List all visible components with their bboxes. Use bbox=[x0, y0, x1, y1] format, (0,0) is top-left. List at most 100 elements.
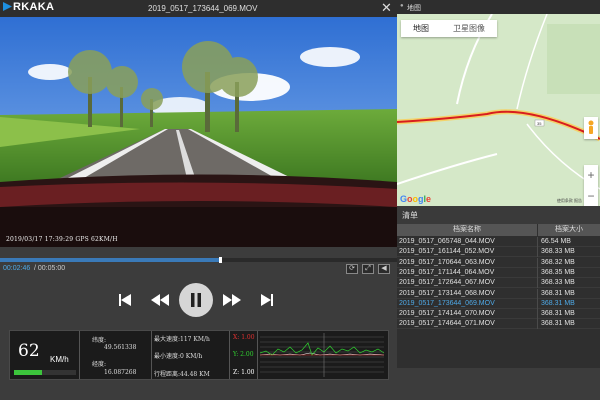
file-name: 2019_0517_174144_070.MOV bbox=[399, 310, 495, 318]
total-time: / 00:05:00 bbox=[34, 265, 66, 272]
file-size: 368.33 MB bbox=[541, 248, 575, 256]
app-logo: RKAKA bbox=[3, 1, 54, 13]
file-name: 2019_0517_170644_063.MOV bbox=[399, 258, 495, 266]
rotate-icon[interactable]: ⟳ bbox=[346, 264, 358, 274]
pause-icon bbox=[191, 293, 201, 307]
tab-satellite[interactable]: 卫星图像 bbox=[441, 20, 497, 37]
road-number: 35 bbox=[537, 121, 542, 126]
current-time: 00:02:46 bbox=[3, 265, 31, 272]
map-pin-icon: ● bbox=[400, 3, 404, 9]
column-divider bbox=[537, 288, 538, 299]
zoom-in-icon[interactable]: + bbox=[584, 165, 598, 186]
table-row[interactable]: 2019_0517_171144_064.MOV 368.35 MB bbox=[397, 267, 600, 278]
file-size: 368.31 MB bbox=[541, 289, 575, 297]
file-name: 2019_0517_161144_052.MOV bbox=[399, 248, 495, 256]
latitude-label: 纬度: bbox=[92, 337, 107, 344]
file-size: 368.33 MB bbox=[541, 279, 575, 287]
map-panel-header: ● 地图 bbox=[397, 0, 600, 14]
speed-bar bbox=[14, 370, 76, 375]
tab-map[interactable]: 地图 bbox=[401, 20, 441, 37]
z-axis-value: Z: 1.00 bbox=[233, 369, 255, 376]
table-row[interactable]: 2019_0517_170644_063.MOV 368.32 MB bbox=[397, 257, 600, 268]
logo-icon bbox=[3, 2, 12, 11]
speed-box: 62 KM/h bbox=[10, 331, 80, 379]
trip-stats-box: 最大速度:117 KM/h 最小速度:0 KM/h 行程距离:44.48 KM bbox=[152, 331, 230, 379]
column-header-name[interactable]: 档案名称 bbox=[397, 224, 537, 236]
table-row[interactable]: 2019_0517_174644_071.MOV 368.31 MB bbox=[397, 319, 600, 330]
file-name: 2019_0517_065748_044.MOV bbox=[399, 238, 495, 245]
pause-button[interactable] bbox=[179, 283, 213, 317]
speed-value: 62 bbox=[18, 341, 40, 361]
time-bar: 00:02:46 / 00:05:00 ⟳ ⤢ ◀ bbox=[0, 262, 397, 276]
dashcam-player-window: RKAKA 2019_0517_173644_069.MOV ✕ 2019/03… bbox=[0, 0, 600, 400]
column-divider bbox=[537, 309, 538, 320]
coordinates-box: 纬度: 49.561338 经度: 16.087268 bbox=[80, 331, 152, 379]
title-bar: RKAKA 2019_0517_173644_069.MOV ✕ bbox=[0, 0, 397, 17]
file-name: 2019_0517_171144_064.MOV bbox=[399, 268, 495, 276]
table-row[interactable]: 2019_0517_174144_070.MOV 368.31 MB bbox=[397, 309, 600, 320]
longitude-value: 16.087268 bbox=[104, 369, 137, 376]
file-name: 2019_0517_173644_069.MOV bbox=[399, 299, 495, 307]
volume-icon[interactable]: ◀ bbox=[378, 264, 390, 274]
street-view-pegman-icon[interactable] bbox=[584, 117, 598, 139]
telemetry-panel: 62 KM/h 纬度: 49.561338 经度: 16.087268 最大速度… bbox=[9, 330, 389, 380]
file-size: 66.54 MB bbox=[541, 238, 571, 245]
longitude-label: 经度: bbox=[92, 361, 107, 368]
map-canvas: 35 bbox=[397, 14, 600, 206]
table-row[interactable]: 2019_0517_173644_069.MOV 368.31 MB bbox=[397, 298, 600, 309]
map-type-tabs: 地图 卫星图像 bbox=[401, 20, 497, 37]
map-view[interactable]: 35 地图 卫星图像 + − Google 使用条款 报告 bbox=[397, 14, 600, 206]
map-attribution[interactable]: 使用条款 报告 bbox=[557, 198, 582, 204]
latitude-value: 49.561338 bbox=[104, 344, 137, 351]
speed-unit: KM/h bbox=[50, 355, 69, 364]
column-divider bbox=[537, 237, 538, 247]
table-row[interactable]: 2019_0517_172644_067.MOV 368.33 MB bbox=[397, 278, 600, 289]
file-size: 368.31 MB bbox=[541, 299, 575, 307]
file-size: 368.35 MB bbox=[541, 268, 575, 276]
playback-controls bbox=[0, 276, 397, 328]
file-name: 2019_0517_174644_071.MOV bbox=[399, 320, 495, 328]
video-gps-overlay: 2019/03/17 17:39:29 GPS 62KM/H bbox=[6, 236, 118, 243]
close-icon[interactable]: ✕ bbox=[380, 1, 393, 15]
table-row[interactable]: 2019_0517_173144_068.MOV 368.31 MB bbox=[397, 288, 600, 299]
max-speed: 最大速度:117 KM/h bbox=[154, 336, 210, 343]
x-axis-value: X: 1.00 bbox=[233, 334, 255, 341]
min-speed: 最小速度:0 KM/h bbox=[154, 353, 203, 360]
g-sensor-graph bbox=[260, 333, 384, 377]
zoom-controls: + − bbox=[584, 165, 598, 206]
skip-forward-icon[interactable] bbox=[259, 292, 275, 308]
g-sensor-axes: X: 1.00 Y: 2.00 Z: 1.00 bbox=[230, 331, 258, 379]
fullscreen-icon[interactable]: ⤢ bbox=[362, 264, 374, 274]
y-axis-value: Y: 2.00 bbox=[233, 351, 254, 358]
zoom-out-icon[interactable]: − bbox=[584, 186, 598, 206]
column-divider bbox=[537, 257, 538, 268]
file-list-header: 清单 bbox=[397, 206, 600, 224]
file-size: 368.32 MB bbox=[541, 258, 575, 266]
column-divider bbox=[537, 319, 538, 330]
column-divider bbox=[537, 267, 538, 278]
rewind-icon[interactable] bbox=[150, 292, 170, 308]
file-table: 档案名称 档案大小 2019_0517_065748_044.MOV 66.54 … bbox=[397, 224, 600, 368]
file-list-title: 清单 bbox=[402, 211, 418, 220]
file-size: 368.31 MB bbox=[541, 310, 575, 318]
file-name: 2019_0517_172644_067.MOV bbox=[399, 279, 495, 287]
column-header-size[interactable]: 档案大小 bbox=[538, 224, 600, 236]
table-row[interactable]: 2019_0517_065748_044.MOV 66.54 MB bbox=[397, 237, 600, 247]
trip-distance: 行程距离:44.48 KM bbox=[154, 371, 210, 378]
video-file-title: 2019_0517_173644_069.MOV bbox=[148, 4, 258, 13]
table-row[interactable]: 2019_0517_161144_052.MOV 368.33 MB bbox=[397, 247, 600, 258]
file-name: 2019_0517_173144_068.MOV bbox=[399, 289, 495, 297]
logo-text: RKAKA bbox=[13, 1, 55, 13]
video-scene bbox=[0, 17, 397, 247]
skip-back-icon[interactable] bbox=[117, 292, 133, 308]
column-divider bbox=[537, 247, 538, 258]
video-frame[interactable]: 2019/03/17 17:39:29 GPS 62KM/H bbox=[0, 17, 397, 247]
fast-forward-icon[interactable] bbox=[222, 292, 242, 308]
bottom-strip bbox=[397, 368, 600, 400]
speed-bar-fill bbox=[14, 370, 42, 375]
map-header-title: 地图 bbox=[407, 5, 421, 12]
file-size: 368.31 MB bbox=[541, 320, 575, 328]
column-divider bbox=[537, 278, 538, 289]
column-divider bbox=[537, 298, 538, 309]
google-logo: Google bbox=[400, 194, 432, 204]
